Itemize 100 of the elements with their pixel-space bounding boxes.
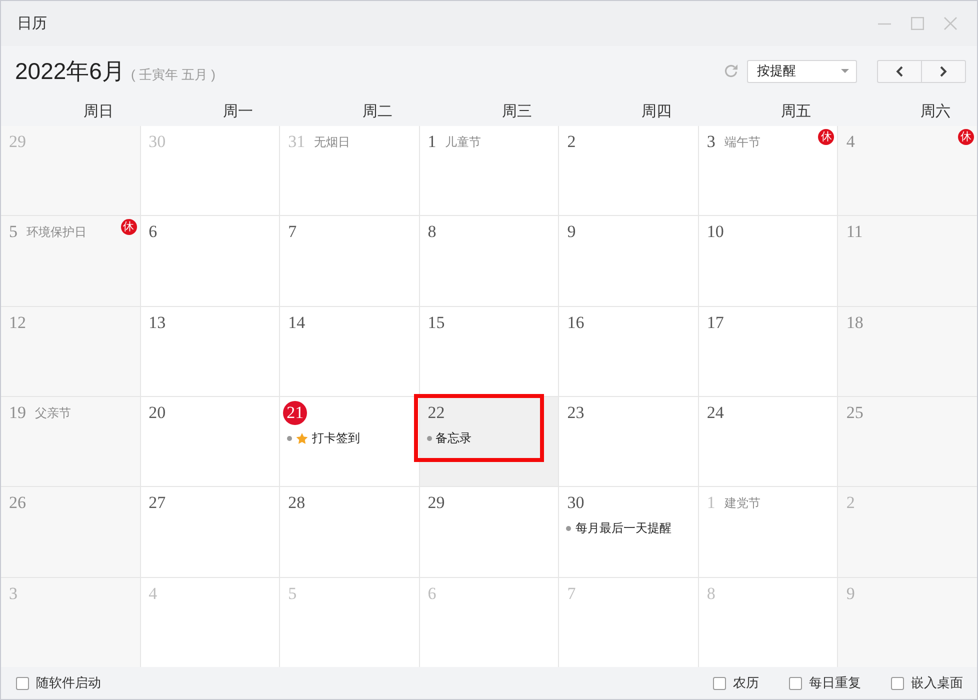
day-cell[interactable]: 24 <box>698 397 838 486</box>
event-label[interactable]: 打卡签到 <box>312 430 360 446</box>
event-label[interactable]: 备忘录 <box>436 430 472 446</box>
day-number: 1 <box>428 132 436 152</box>
day-number: 29 <box>9 132 26 152</box>
event-label[interactable]: 每月最后一天提醒 <box>575 520 672 537</box>
day-number: 9 <box>846 584 855 604</box>
weekday-label: 周五 <box>780 102 811 120</box>
day-cell[interactable]: 14 <box>280 306 419 396</box>
day-number: 18 <box>846 312 864 333</box>
day-cell[interactable]: 10 <box>698 216 838 306</box>
checkbox-label[interactable]: 嵌入桌面 <box>911 674 963 692</box>
day-number: 23 <box>567 403 584 423</box>
day-number: 2 <box>846 493 855 514</box>
day-cell[interactable]: 23 <box>559 397 698 486</box>
next-month-button[interactable] <box>922 60 966 82</box>
chevron-left-icon <box>896 66 903 76</box>
weekday-label: 周六 <box>920 102 950 120</box>
day-cell[interactable]: 1 建党节 <box>698 487 838 577</box>
day-number: 2 <box>567 132 576 152</box>
day-cell[interactable]: 21 打卡签到 <box>280 397 419 486</box>
window-title: 日历 <box>17 14 47 33</box>
day-number: 7 <box>288 222 297 242</box>
festival-label: 建党节 <box>724 494 760 512</box>
day-cell[interactable]: 2 <box>559 126 698 216</box>
day-cell[interactable]: 5 环境保护日 休 <box>1 216 140 306</box>
day-cell[interactable]: 9 <box>559 216 698 306</box>
day-number: 24 <box>706 403 724 423</box>
day-cell[interactable]: 17 <box>698 306 838 396</box>
checkbox-label[interactable]: 随软件启动 <box>36 674 101 692</box>
day-number: 9 <box>567 222 576 242</box>
bullet-dot-icon <box>426 436 432 440</box>
day-number: 26 <box>9 493 26 514</box>
day-number: 19 <box>9 403 26 423</box>
maximize-icon[interactable] <box>911 17 924 30</box>
day-number: 10 <box>706 222 724 242</box>
holiday-badge: 休 <box>958 129 974 145</box>
caret-icon <box>841 69 849 73</box>
bullet-dot-icon <box>566 526 572 531</box>
day-number: 21 <box>283 401 308 425</box>
day-cell[interactable]: 4 休 <box>838 126 977 216</box>
day-number: 22 <box>428 403 445 423</box>
day-cell[interactable]: 6 <box>140 216 280 306</box>
close-icon[interactable] <box>944 17 957 30</box>
day-cell[interactable]: 27 <box>140 487 280 577</box>
minimize-icon[interactable] <box>878 22 891 24</box>
checkbox[interactable] <box>891 676 904 690</box>
day-number: 3 <box>9 584 18 604</box>
day-number: 13 <box>148 312 166 333</box>
day-number: 6 <box>428 584 436 604</box>
day-cell[interactable]: 31 无烟日 <box>280 126 419 216</box>
day-cell[interactable]: 16 <box>559 306 698 396</box>
day-cell[interactable]: 29 <box>420 487 558 577</box>
day-cell[interactable]: 15 <box>420 306 558 396</box>
day-cell[interactable]: 7 <box>280 216 419 306</box>
checkbox-label[interactable]: 农历 <box>733 674 759 692</box>
day-number: 8 <box>706 584 716 604</box>
day-number: 14 <box>288 312 306 333</box>
day-number: 30 <box>148 132 166 152</box>
day-number: 11 <box>846 222 863 242</box>
day-number: 8 <box>428 222 436 242</box>
checkbox[interactable] <box>16 676 29 690</box>
checkbox[interactable] <box>713 676 726 690</box>
day-number: 1 <box>706 493 716 514</box>
holiday-badge: 休 <box>818 129 834 145</box>
chevron-right-icon <box>940 66 947 76</box>
day-number: 6 <box>148 222 158 242</box>
day-number: 12 <box>9 312 26 333</box>
festival-label: 端午节 <box>724 134 760 150</box>
day-number: 7 <box>567 584 576 604</box>
day-number: 20 <box>148 403 166 423</box>
day-number: 5 <box>9 222 18 242</box>
day-cell[interactable]: 13 <box>140 306 280 396</box>
day-number: 5 <box>288 584 297 604</box>
festival-label: 无烟日 <box>314 134 350 150</box>
day-cell[interactable]: 20 <box>140 397 280 486</box>
weekday-label: 周日 <box>84 102 114 120</box>
day-number: 31 <box>288 132 306 152</box>
refresh-icon[interactable] <box>724 64 738 78</box>
weekday-label: 周二 <box>362 102 393 120</box>
day-number: 16 <box>567 312 584 333</box>
weekday-label: 周三 <box>502 102 532 120</box>
day-cell[interactable]: 3 端午节 休 <box>698 126 838 216</box>
day-number: 4 <box>148 584 158 604</box>
previous-month-button[interactable] <box>877 60 922 82</box>
reminder-dropdown[interactable]: 按提醒 <box>747 60 857 82</box>
day-cell[interactable]: 8 <box>420 216 558 306</box>
day-number: 3 <box>706 132 716 152</box>
bullet-dot-icon <box>287 436 292 440</box>
day-cell[interactable]: 1 儿童节 <box>420 126 558 216</box>
month-title: 2022年6月 <box>15 56 125 86</box>
checkbox[interactable] <box>789 676 802 690</box>
day-cell[interactable]: 30 每月最后一天提醒 <box>559 487 698 577</box>
festival-label: 儿童节 <box>445 134 482 150</box>
festival-label: 环境保护日 <box>26 224 86 241</box>
day-number: 25 <box>846 403 864 423</box>
day-number: 17 <box>706 312 724 333</box>
day-cell[interactable]: 28 <box>280 487 419 577</box>
lunar-date: ( 壬寅年 五月 ) <box>130 66 216 84</box>
checkbox-label[interactable]: 每日重复 <box>809 674 861 692</box>
